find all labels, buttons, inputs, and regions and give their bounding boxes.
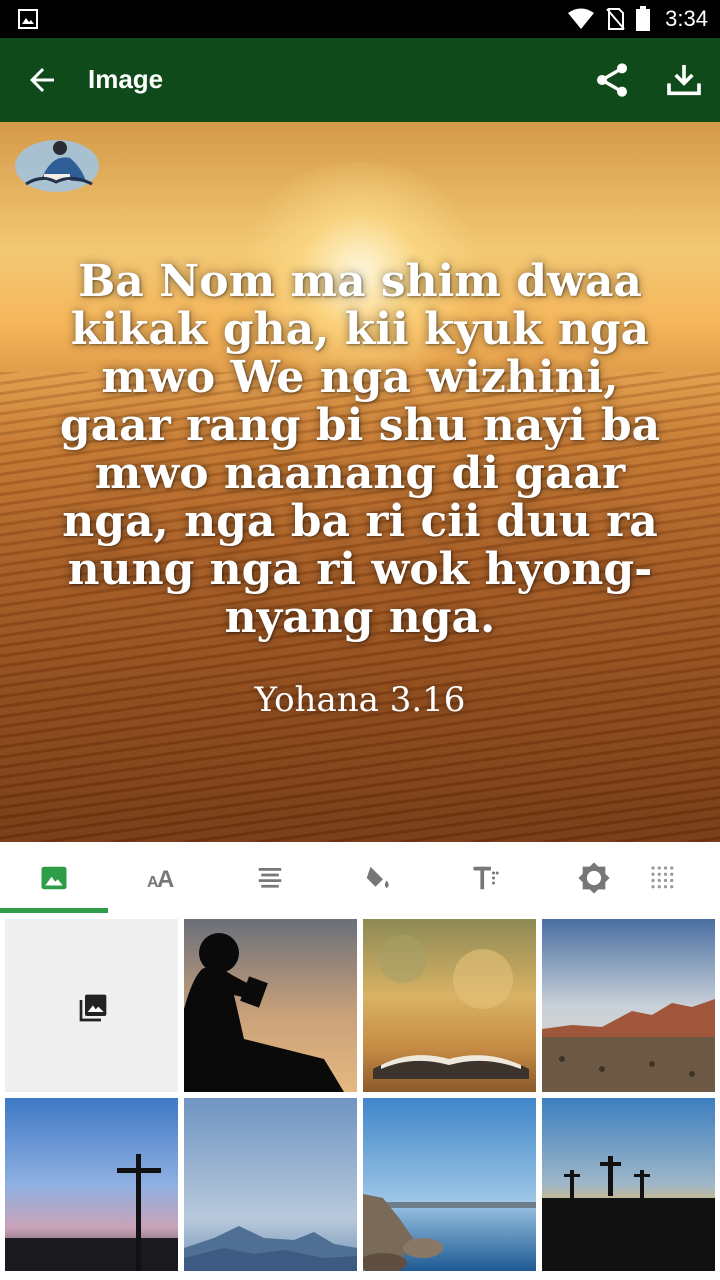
page-title: Image: [88, 64, 164, 94]
tab-texture[interactable]: [648, 842, 720, 914]
photo-library-icon: [79, 994, 107, 1022]
background-grid: [0, 914, 720, 1280]
verse-image-canvas[interactable]: Ba Nom ma shim dwaa kikak gha, kii kyuk …: [0, 122, 720, 842]
back-arrow-icon[interactable]: [24, 62, 60, 98]
tab-text-align[interactable]: [216, 842, 324, 914]
app-logo: [15, 140, 99, 192]
verse-reference: Yohana 3.16: [254, 680, 466, 720]
brightness-icon: [578, 862, 610, 894]
desert-mountains-image: [542, 919, 715, 1092]
tab-fill-color[interactable]: [324, 842, 432, 914]
cross-silhouette-image: [5, 1098, 178, 1271]
wifi-icon: [568, 8, 595, 29]
svg-text:A: A: [157, 866, 174, 893]
background-thumb-open-bible[interactable]: [363, 919, 536, 1092]
photo-library-button[interactable]: [5, 919, 178, 1092]
background-thumb-misty-mountains[interactable]: [184, 1098, 357, 1271]
background-thumb-desert-mountains[interactable]: [542, 919, 715, 1092]
share-icon[interactable]: [592, 60, 632, 100]
font-size-icon: A A: [147, 866, 174, 893]
child-reading-image: [184, 919, 357, 1092]
gallery-notification-icon: [18, 9, 38, 29]
tab-font-size[interactable]: A A: [108, 842, 216, 914]
status-bar: 3:34: [0, 0, 720, 38]
open-bible-image: [363, 919, 536, 1092]
background-thumb-cross-silhouette[interactable]: [5, 1098, 178, 1271]
download-icon[interactable]: [664, 60, 704, 100]
app-bar: Image: [0, 38, 720, 122]
texture-icon: [651, 866, 674, 889]
rocky-shore-image: [363, 1098, 536, 1271]
tab-background-image[interactable]: [0, 842, 108, 914]
active-tab-indicator: [0, 908, 108, 913]
text-format-icon: [473, 866, 499, 890]
misty-mountains-image: [184, 1098, 357, 1271]
three-crosses-image: [542, 1098, 715, 1271]
background-thumb-three-crosses[interactable]: [542, 1098, 715, 1271]
image-icon: [41, 866, 67, 890]
fill-color-icon: [366, 866, 389, 888]
background-thumb-rocky-shore[interactable]: [363, 1098, 536, 1271]
status-time: 3:34: [665, 6, 708, 31]
align-icon: [258, 868, 282, 888]
no-sim-icon: [606, 8, 625, 30]
background-thumb-child-reading[interactable]: [184, 919, 357, 1092]
editor-tabs: A A: [0, 842, 720, 914]
tab-brightness[interactable]: [540, 842, 648, 914]
tab-text-format[interactable]: [432, 842, 540, 914]
battery-icon: [636, 6, 651, 31]
verse-text: Ba Nom ma shim dwaa kikak gha, kii kyuk …: [59, 256, 661, 643]
